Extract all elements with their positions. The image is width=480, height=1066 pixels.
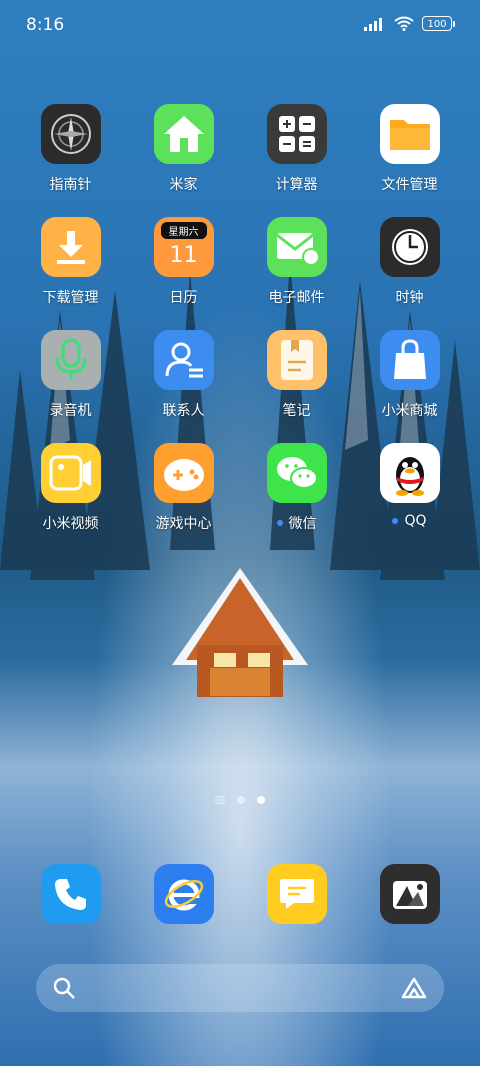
new-install-dot bbox=[276, 520, 283, 526]
home-icon bbox=[153, 104, 214, 164]
cabin-image bbox=[172, 568, 308, 697]
qq-penguin-icon bbox=[379, 443, 440, 503]
dock-gallery[interactable] bbox=[353, 864, 466, 924]
folder-icon bbox=[379, 104, 440, 164]
new-install-dot bbox=[392, 518, 399, 524]
search-bar[interactable] bbox=[36, 964, 444, 1012]
app-qq[interactable]: QQ bbox=[353, 443, 466, 556]
dock-browser[interactable] bbox=[127, 864, 240, 924]
mail-icon bbox=[266, 217, 327, 277]
shopping-bag-icon bbox=[379, 330, 440, 390]
app-label: 米家 bbox=[169, 177, 198, 193]
download-icon bbox=[40, 217, 101, 277]
dock bbox=[14, 864, 466, 924]
app-recorder[interactable]: 录音机 bbox=[14, 330, 127, 443]
clock-icon bbox=[379, 217, 440, 277]
app-wechat[interactable]: 微信 bbox=[240, 443, 353, 556]
video-icon bbox=[40, 443, 101, 503]
calendar-weekday: 星期六 bbox=[160, 222, 207, 239]
notes-icon bbox=[266, 330, 327, 390]
gamepad-icon bbox=[153, 443, 214, 503]
menu-lines-icon[interactable] bbox=[215, 796, 225, 804]
app-label: 下载管理 bbox=[42, 290, 99, 306]
app-label: 指南针 bbox=[49, 177, 92, 193]
app-label: 计算器 bbox=[275, 177, 318, 193]
page-indicator bbox=[0, 796, 480, 804]
phone-icon bbox=[40, 864, 101, 924]
messages-icon bbox=[266, 864, 327, 924]
app-download-manager[interactable]: 下载管理 bbox=[14, 217, 127, 330]
wechat-icon bbox=[266, 443, 327, 503]
status-bar: 8:16 100 bbox=[0, 0, 480, 50]
app-clock[interactable]: 时钟 bbox=[353, 217, 466, 330]
app-compass[interactable]: 指南针 bbox=[14, 104, 127, 217]
app-mi-store[interactable]: 小米商城 bbox=[353, 330, 466, 443]
internet-explorer-icon bbox=[153, 864, 214, 924]
app-game-center[interactable]: 游戏中心 bbox=[127, 443, 240, 556]
battery-icon: 100 bbox=[422, 16, 455, 31]
app-label: 小米视频 bbox=[42, 516, 99, 532]
calendar-day: 11 bbox=[169, 243, 198, 268]
app-mi-video[interactable]: 小米视频 bbox=[14, 443, 127, 556]
app-label: 时钟 bbox=[395, 290, 424, 306]
app-file-manager[interactable]: 文件管理 bbox=[353, 104, 466, 217]
app-label: 笔记 bbox=[282, 403, 311, 419]
signal-icon bbox=[364, 17, 382, 31]
app-label: 日历 bbox=[169, 290, 198, 306]
calendar-icon: 星期六 11 bbox=[153, 217, 214, 277]
app-label: 微信 bbox=[288, 516, 317, 532]
page-dot-active[interactable] bbox=[257, 796, 265, 804]
contacts-icon bbox=[153, 330, 214, 390]
calculator-icon bbox=[266, 104, 327, 164]
app-email[interactable]: 电子邮件 bbox=[240, 217, 353, 330]
app-calendar[interactable]: 星期六 11 日历 bbox=[127, 217, 240, 330]
app-contacts[interactable]: 联系人 bbox=[127, 330, 240, 443]
app-grid: 指南针 米家 计算器 文件管理 下载管理 星期六 11 日历 电子邮件 时钟 录… bbox=[14, 104, 466, 556]
wifi-icon bbox=[394, 16, 414, 31]
app-label: 录音机 bbox=[49, 403, 92, 419]
assistant-icon[interactable] bbox=[400, 976, 428, 1000]
page-dot[interactable] bbox=[237, 796, 245, 804]
app-mijia[interactable]: 米家 bbox=[127, 104, 240, 217]
microphone-icon bbox=[40, 330, 101, 390]
app-notes[interactable]: 笔记 bbox=[240, 330, 353, 443]
dock-phone[interactable] bbox=[14, 864, 127, 924]
app-label: 小米商城 bbox=[381, 403, 438, 419]
dock-messages[interactable] bbox=[240, 864, 353, 924]
app-label: 文件管理 bbox=[381, 177, 438, 193]
gallery-icon bbox=[379, 864, 440, 924]
app-calculator[interactable]: 计算器 bbox=[240, 104, 353, 217]
app-label: 联系人 bbox=[162, 403, 205, 419]
search-icon[interactable] bbox=[52, 976, 76, 1000]
app-label: 电子邮件 bbox=[268, 290, 325, 306]
status-time: 8:16 bbox=[26, 15, 65, 35]
app-label: QQ bbox=[404, 513, 427, 529]
compass-icon bbox=[40, 104, 101, 164]
app-label: 游戏中心 bbox=[155, 516, 212, 532]
